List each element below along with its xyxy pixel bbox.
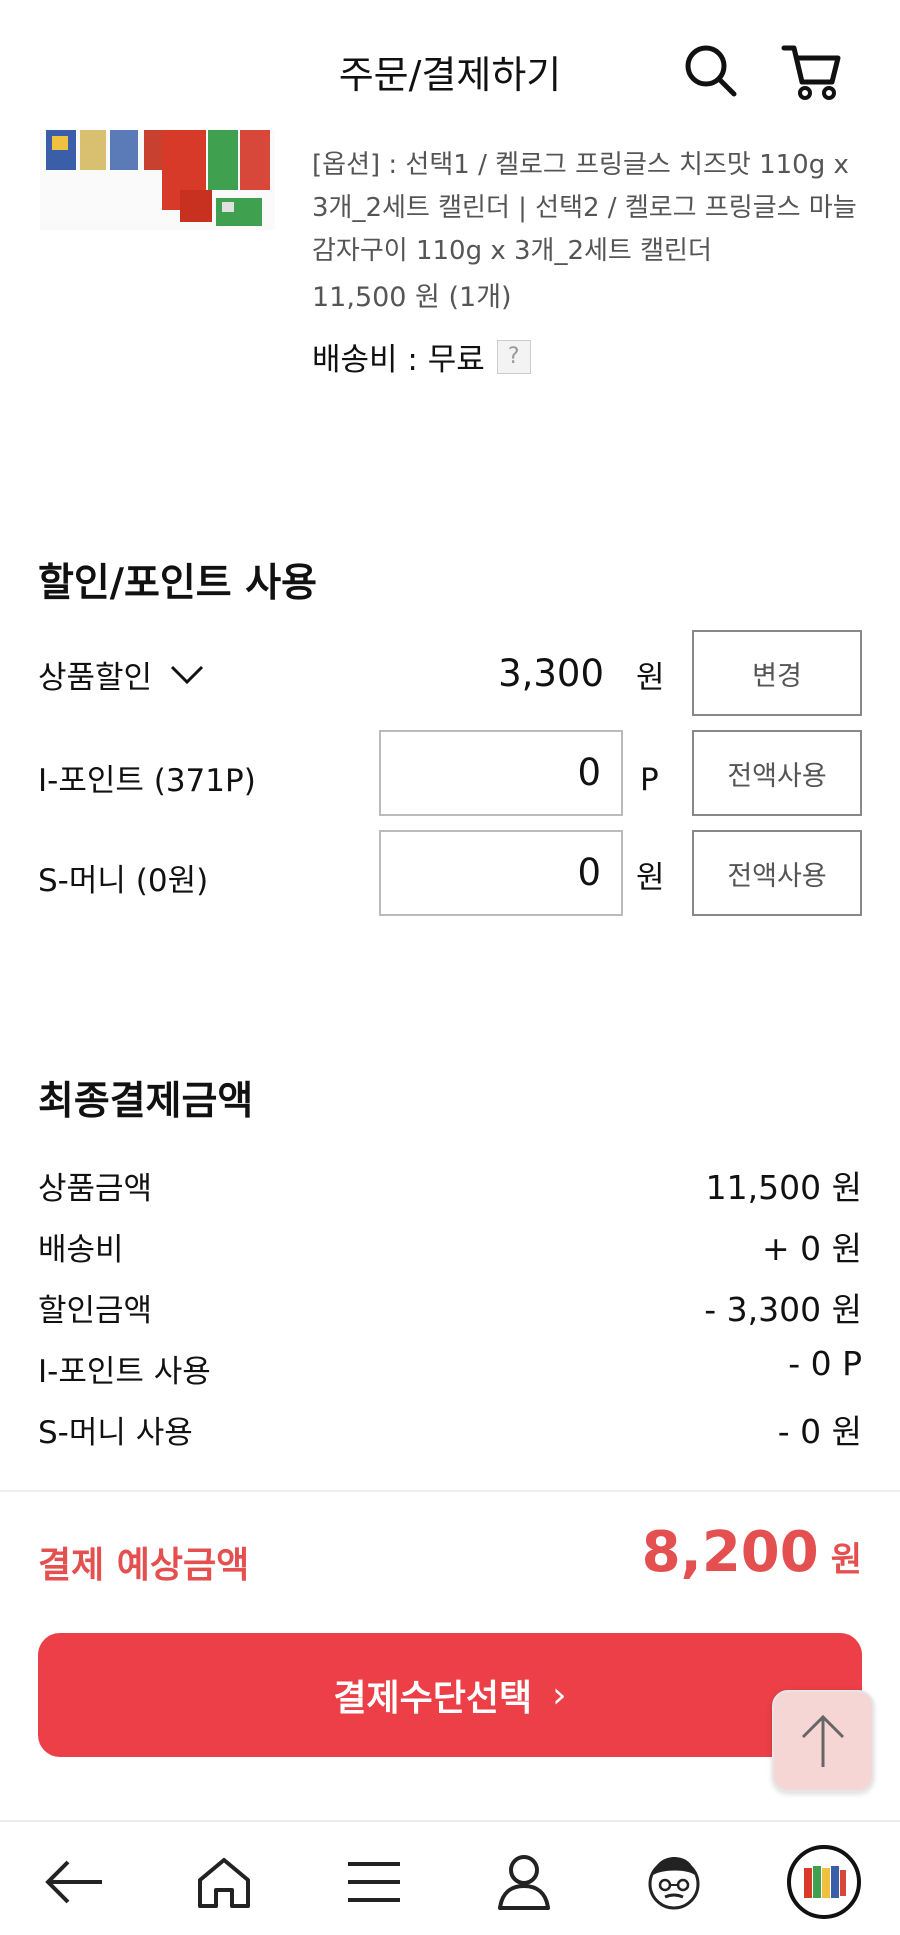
- use-all-ipoint-button[interactable]: 전액사용: [692, 730, 862, 816]
- page-title: 주문/결제하기: [338, 53, 562, 97]
- smoney-input[interactable]: 0: [379, 830, 623, 916]
- coupon-discount-label: 상품할인: [38, 660, 153, 696]
- bottom-navigation: [0, 1820, 900, 1935]
- expected-amount-unit: 원: [830, 1540, 862, 1580]
- smoney-label: S-머니 (0원): [38, 863, 209, 899]
- chevron-right-icon: ›: [552, 1674, 567, 1716]
- change-coupon-button[interactable]: 변경: [692, 630, 862, 716]
- use-all-smoney-button[interactable]: 전액사용: [692, 830, 862, 916]
- shipping-label: 배송비 : 무료: [312, 342, 485, 378]
- product-amount-value: 11,500 원: [705, 1168, 862, 1207]
- select-payment-method-button[interactable]: 결제수단선택 ›: [38, 1633, 862, 1757]
- ipoint-label: I-포인트 (371P): [38, 763, 256, 799]
- help-icon[interactable]: ?: [496, 339, 531, 374]
- expected-amount-number: 8,200: [641, 1520, 819, 1585]
- profile-icon[interactable]: [484, 1842, 564, 1922]
- coupon-unit: 원: [636, 660, 665, 696]
- coupon-discount-toggle[interactable]: 상품할인: [38, 652, 204, 697]
- cart-icon[interactable]: [780, 40, 844, 104]
- section-divider: [0, 1490, 900, 1492]
- product-amount-label: 상품금액: [38, 1171, 153, 1207]
- menu-icon[interactable]: [334, 1842, 414, 1922]
- coupon-discount-value: 3,300: [498, 652, 604, 695]
- smoney-used-value: - 0 원: [777, 1412, 862, 1451]
- discount-amount-label: 할인금액: [38, 1293, 153, 1329]
- ipoint-unit: P: [640, 762, 659, 798]
- scroll-to-top-button[interactable]: [772, 1690, 874, 1792]
- discount-section-title: 할인/포인트 사용: [38, 561, 317, 606]
- ipoint-used-value: - 0 P: [788, 1344, 862, 1383]
- discount-amount-value: - 3,300 원: [704, 1290, 862, 1329]
- recent-product-icon[interactable]: [784, 1842, 864, 1922]
- ipoint-input[interactable]: 0: [379, 730, 623, 816]
- chevron-down-icon: [171, 665, 204, 684]
- expected-payment-label: 결제 예상금액: [38, 1545, 250, 1586]
- smoney-unit: 원: [636, 860, 665, 896]
- shipping-info: 배송비 : 무료 ?: [312, 334, 531, 379]
- character-icon[interactable]: [634, 1842, 714, 1922]
- product-price: 11,500 원 (1개): [312, 282, 512, 313]
- back-arrow-icon[interactable]: [34, 1842, 114, 1922]
- ipoint-used-label: I-포인트 사용: [38, 1354, 211, 1390]
- pay-button-label: 결제수단선택: [333, 1678, 533, 1719]
- home-icon[interactable]: [184, 1842, 264, 1922]
- search-icon[interactable]: [680, 40, 744, 104]
- shipping-fee-label: 배송비: [38, 1232, 124, 1268]
- shipping-fee-value: + 0 원: [762, 1229, 862, 1268]
- arrow-up-icon: [801, 1714, 845, 1767]
- expected-payment-amount: 8,200 원: [642, 1520, 862, 1585]
- product-options: [옵션] : 선택1 / 켈로그 프링글스 치즈맛 110g x 3개_2세트 …: [312, 150, 857, 266]
- app-header: 주문/결제하기: [0, 0, 900, 130]
- smoney-used-label: S-머니 사용: [38, 1415, 193, 1451]
- final-payment-title: 최종결제금액: [38, 1079, 254, 1124]
